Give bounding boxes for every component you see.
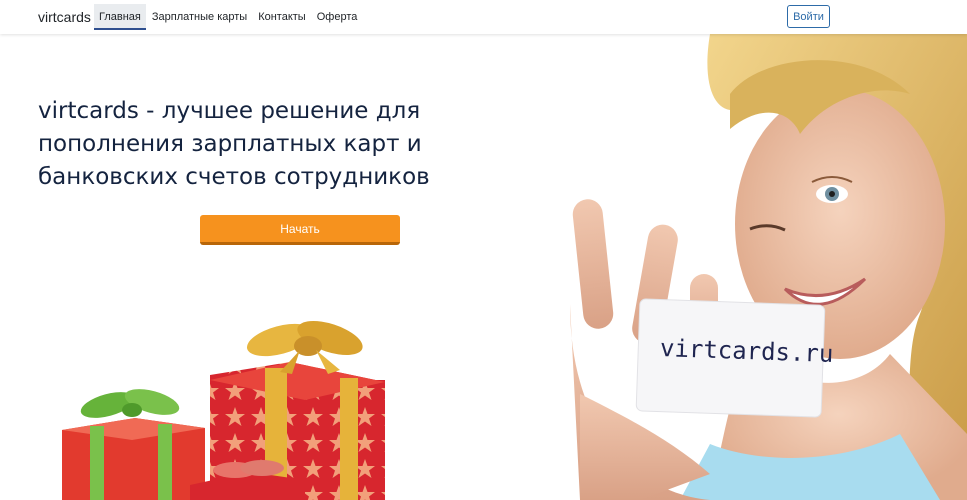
- nav-link-home[interactable]: Главная: [94, 4, 146, 30]
- navbar: virtcards Главная Зарплатные карты Конта…: [0, 0, 967, 34]
- nav-link-contacts[interactable]: Контакты: [253, 4, 311, 30]
- hero-headline: virtcards - лучшее решение для пополнени…: [38, 98, 430, 190]
- nav-links: Главная Зарплатные карты Контакты Оферта: [94, 4, 363, 30]
- gift-boxes-illustration: [62, 321, 385, 500]
- login-button[interactable]: Войти: [787, 5, 830, 28]
- brand-logo[interactable]: virtcards: [38, 9, 91, 25]
- hero-photo: virtcards.ru: [560, 34, 967, 500]
- card-text: virtcards.ru: [659, 333, 834, 369]
- start-button[interactable]: Начать: [200, 215, 400, 245]
- woman-holding-card-illustration: [570, 34, 967, 500]
- nav-link-offer[interactable]: Оферта: [312, 4, 363, 30]
- nav-link-salary-cards[interactable]: Зарплатные карты: [147, 4, 252, 30]
